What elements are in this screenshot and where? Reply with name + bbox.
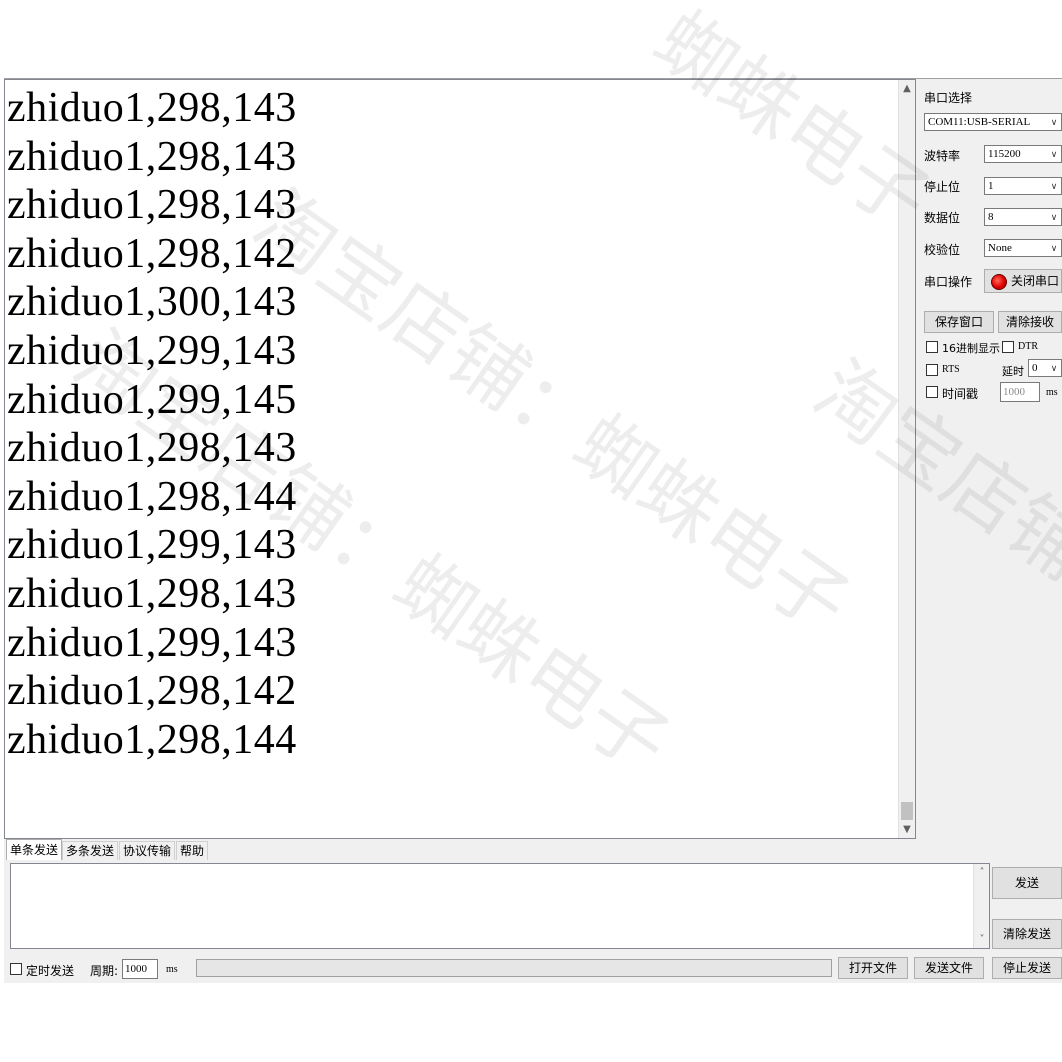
receive-line: zhiduo1,298,143 (7, 570, 297, 617)
tab-single-send[interactable]: 单条发送 (6, 839, 63, 860)
send-input[interactable]: ˄ ˅ (10, 863, 990, 949)
chevron-down-icon: ∨ (1047, 178, 1061, 194)
port-op-label: 串口操作 (924, 275, 973, 289)
receive-line: zhiduo1,299,145 (7, 376, 297, 423)
data-bits-label: 数据位 (924, 211, 961, 225)
serial-assistant-window: zhiduo1,298,143 zhiduo1,298,143 zhiduo1,29… (4, 78, 1062, 983)
rts-checkbox[interactable] (926, 364, 938, 376)
period-input[interactable]: 1000 (122, 959, 158, 979)
tab-protocol[interactable]: 协议传输 (119, 841, 176, 860)
dtr-checkbox[interactable] (1002, 341, 1014, 353)
clear-send-button[interactable]: 清除发送 (992, 919, 1062, 949)
data-bits-combo[interactable]: 8 ∨ (984, 208, 1062, 226)
clear-receive-button[interactable]: 清除接收 (998, 311, 1062, 333)
receive-line: zhiduo1,299,143 (7, 327, 297, 374)
tab-multi-send[interactable]: 多条发送 (62, 841, 119, 860)
parity-combo[interactable]: None ∨ (984, 239, 1062, 257)
hex-display-label: 16进制显示 (942, 342, 1000, 355)
parity-label: 校验位 (924, 243, 961, 257)
timestamp-checkbox[interactable] (926, 386, 938, 398)
port-status-led-icon (991, 274, 1007, 290)
port-value: COM11:USB-SERIAL (928, 116, 1031, 128)
receive-line: zhiduo1,298,142 (7, 230, 297, 277)
receive-line: zhiduo1,298,144 (7, 716, 297, 763)
timestamp-ms-label: ms (1046, 387, 1058, 398)
delay-combo[interactable]: 0 ∨ (1028, 359, 1062, 377)
send-scrollbar[interactable]: ˄ ˅ (973, 864, 989, 948)
scroll-up-icon[interactable]: ▲ (899, 80, 915, 97)
send-progress-bar (196, 959, 832, 977)
baud-label: 波特率 (924, 149, 961, 163)
period-ms-label: ms (166, 964, 178, 975)
send-button[interactable]: 发送 (992, 867, 1062, 899)
receive-line: zhiduo1,298,143 (7, 85, 297, 131)
chevron-down-icon: ∨ (1047, 114, 1061, 130)
receive-line: zhiduo1,298,144 (7, 473, 297, 520)
chevron-down-icon: ∨ (1047, 209, 1061, 225)
timed-send-label: 定时发送 (26, 964, 75, 978)
parity-value: None (988, 242, 1012, 254)
open-file-button[interactable]: 打开文件 (838, 957, 908, 979)
scroll-thumb[interactable] (901, 802, 913, 820)
receive-scrollbar[interactable]: ▲ ▼ (898, 80, 915, 838)
port-select-label: 串口选择 (924, 91, 973, 105)
receive-line: zhiduo1,298,143 (7, 133, 297, 180)
send-file-button[interactable]: 发送文件 (914, 957, 984, 979)
delay-label: 延时 (1002, 365, 1024, 378)
data-bits-value: 8 (988, 211, 994, 223)
receive-line: zhiduo1,300,143 (7, 279, 297, 326)
tab-help[interactable]: 帮助 (176, 841, 209, 860)
receive-area[interactable]: zhiduo1,298,143 zhiduo1,298,143 zhiduo1,29… (4, 79, 916, 839)
chevron-down-icon: ∨ (1047, 146, 1061, 162)
receive-line: zhiduo1,298,143 (7, 425, 297, 472)
chevron-down-icon: ∨ (1047, 360, 1061, 376)
scroll-down-icon[interactable]: ▼ (899, 821, 915, 838)
close-port-button[interactable]: 关闭串口 (984, 269, 1062, 293)
stop-bits-combo[interactable]: 1 ∨ (984, 177, 1062, 195)
receive-line: zhiduo1,298,143 (7, 182, 297, 229)
save-window-button[interactable]: 保存窗口 (924, 311, 994, 333)
receive-text: zhiduo1,298,143 zhiduo1,298,143 zhiduo1,29… (7, 84, 297, 764)
scroll-down-icon[interactable]: ˅ (974, 931, 990, 948)
timestamp-input[interactable]: 1000 (1000, 382, 1040, 402)
stop-bits-value: 1 (988, 180, 994, 192)
port-combo[interactable]: COM11:USB-SERIAL ∨ (924, 113, 1062, 131)
baud-combo[interactable]: 115200 ∨ (984, 145, 1062, 163)
stop-send-button[interactable]: 停止发送 (992, 957, 1062, 979)
delay-value: 0 (1032, 362, 1038, 374)
scroll-up-icon[interactable]: ˄ (974, 864, 990, 881)
dtr-label: DTR (1018, 341, 1038, 352)
receive-line: zhiduo1,299,143 (7, 522, 297, 569)
rts-label: RTS (942, 364, 960, 375)
receive-line: zhiduo1,299,143 (7, 619, 297, 666)
stop-bits-label: 停止位 (924, 180, 961, 194)
baud-value: 115200 (988, 148, 1021, 160)
timestamp-label: 时间戳 (942, 387, 979, 401)
period-label: 周期: (90, 964, 119, 978)
chevron-down-icon: ∨ (1047, 240, 1061, 256)
hex-display-checkbox[interactable] (926, 341, 938, 353)
settings-panel: 串口选择 COM11:USB-SERIAL ∨ 波特率 115200 ∨ 停止位… (920, 79, 1062, 859)
close-port-label: 关闭串口 (1011, 274, 1060, 288)
bottom-toolbar: 定时发送 周期: 1000 ms 打开文件 发送文件 停止发送 (4, 957, 1062, 981)
receive-line: zhiduo1,298,142 (7, 668, 297, 715)
timed-send-checkbox[interactable] (10, 963, 22, 975)
